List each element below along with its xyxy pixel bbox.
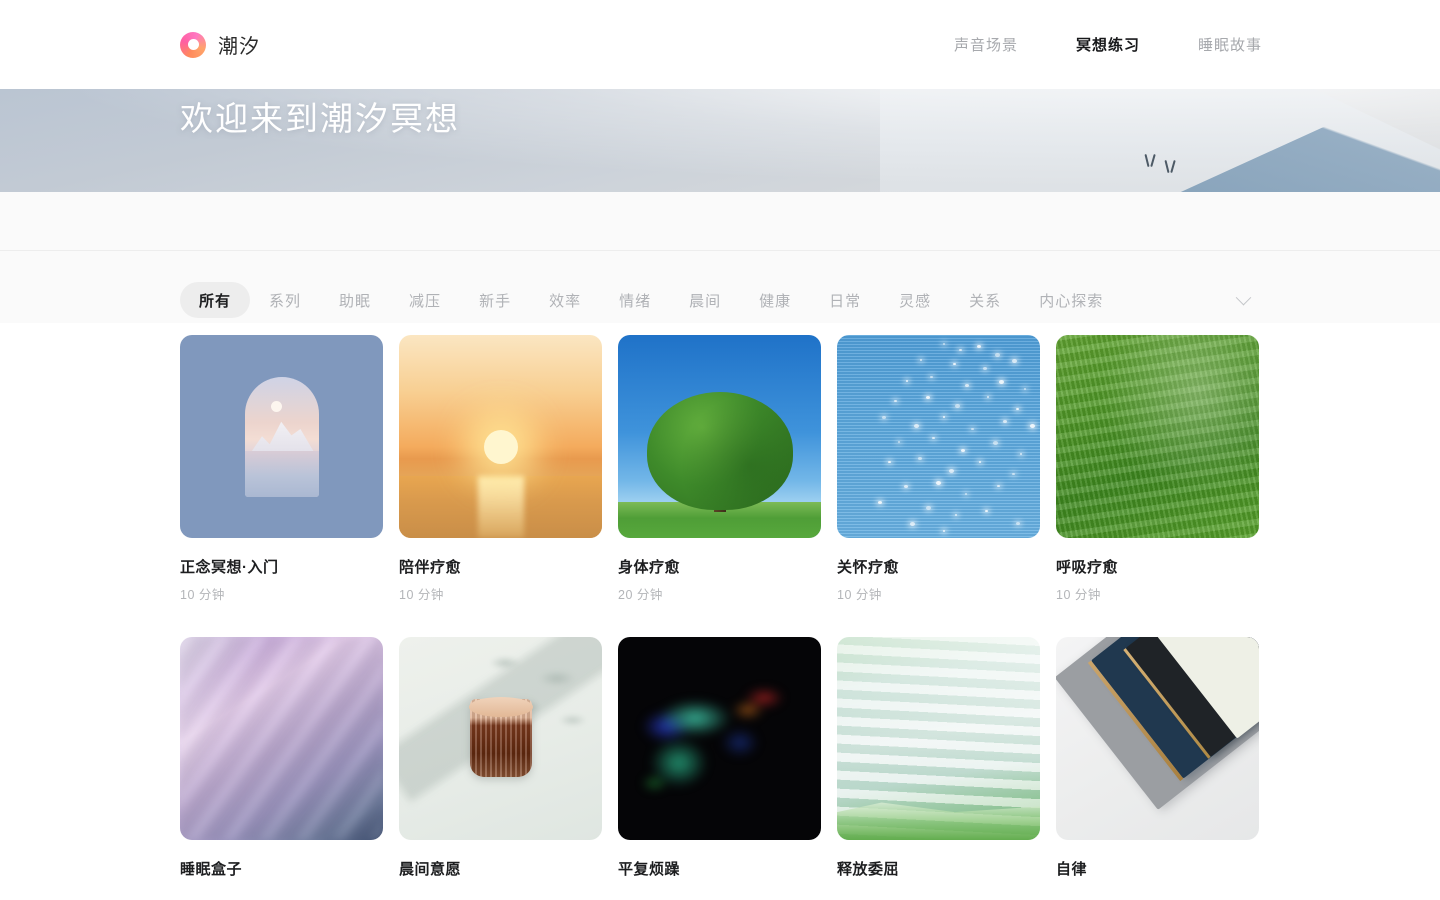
aurora-smoke-dark-thumb (618, 637, 821, 840)
card-item[interactable]: 释放委屈 (837, 637, 1040, 886)
filter-chip-series[interactable]: 系列 (250, 282, 320, 318)
filter-expand-button[interactable] (1226, 283, 1260, 317)
card-item[interactable]: 晨间意愿 (399, 637, 602, 886)
card-duration: 10 分钟 (837, 588, 882, 602)
card-title: 呼吸疗愈 (1056, 559, 1119, 576)
coffee-glass-shadow-thumb (399, 637, 602, 840)
filter-chip-bar: 所有 系列 助眠 减压 新手 效率 情绪 晨间 健康 日常 灵感 关系 内心探索 (180, 282, 1260, 318)
card-title: 自律 (1056, 861, 1088, 878)
filter-chip-morning[interactable]: 晨间 (670, 282, 740, 318)
card-item[interactable]: 睡眠盒子 (180, 637, 383, 886)
green-grass-thumb (1056, 335, 1259, 538)
card-title: 平复烦躁 (618, 861, 681, 878)
site-header: 潮汐 声音场景 冥想练习 睡眠故事 (0, 0, 1440, 89)
green-marble-paint-thumb (837, 637, 1040, 840)
stacked-notebooks-thumb (1056, 637, 1259, 840)
filter-chip-beginner[interactable]: 新手 (460, 282, 530, 318)
card-title: 晨间意愿 (399, 861, 462, 878)
arch-window-mountain-thumb (180, 335, 383, 538)
page-root: 潮汐 声音场景 冥想练习 睡眠故事 欢迎来到潮汐冥想 所有 系列 助眠 减压 新… (0, 0, 1440, 900)
card-title: 陪伴疗愈 (399, 559, 462, 576)
purple-silk-thumb (180, 637, 383, 840)
hero-title: 欢迎来到潮汐冥想 (180, 100, 460, 137)
card-title: 身体疗愈 (618, 559, 681, 576)
filter-chip-efficiency[interactable]: 效率 (530, 282, 600, 318)
hero-person-figure-icon (1144, 153, 1156, 170)
filter-chip-inspiration[interactable]: 灵感 (880, 282, 950, 318)
nav-item-sleep-stories[interactable]: 睡眠故事 (1198, 34, 1262, 55)
main-nav: 声音场景 冥想练习 睡眠故事 (954, 34, 1262, 55)
card-duration: 10 分钟 (399, 588, 444, 602)
filter-chip-relationship[interactable]: 关系 (950, 282, 1020, 318)
card-item[interactable]: 正念冥想·入门 10 分钟 (180, 335, 383, 603)
brand-name: 潮汐 (218, 36, 260, 58)
card-item[interactable]: 关怀疗愈 10 分钟 (837, 335, 1040, 603)
card-title: 正念冥想·入门 (180, 559, 279, 576)
nav-item-sound-scenes[interactable]: 声音场景 (954, 34, 1018, 55)
nav-item-meditation[interactable]: 冥想练习 (1076, 34, 1140, 55)
section-spacer (0, 192, 1440, 250)
card-item[interactable]: 身体疗愈 20 分钟 (618, 335, 821, 603)
hero-person-figure-icon-2 (1164, 159, 1176, 176)
brand-logo[interactable]: 潮汐 (180, 30, 260, 59)
card-duration: 10 分钟 (180, 588, 225, 602)
card-item[interactable]: 陪伴疗愈 10 分钟 (399, 335, 602, 603)
filter-chip-inner-explore[interactable]: 内心探索 (1020, 282, 1122, 318)
card-item[interactable]: 平复烦躁 (618, 637, 821, 886)
sparkling-water-thumb (837, 335, 1040, 538)
card-duration: 20 分钟 (618, 588, 663, 602)
filter-chip-all[interactable]: 所有 (180, 282, 251, 318)
card-title: 睡眠盒子 (180, 861, 243, 878)
filter-chip-health[interactable]: 健康 (740, 282, 810, 318)
filter-chip-daily[interactable]: 日常 (810, 282, 880, 318)
filter-chip-stress-relief[interactable]: 减压 (390, 282, 460, 318)
tide-logo-ring-icon (180, 31, 206, 58)
chevron-down-icon (1235, 289, 1251, 305)
card-duration: 10 分钟 (1056, 588, 1101, 602)
filter-chip-sleep-aid[interactable]: 助眠 (320, 282, 390, 318)
card-title: 关怀疗愈 (837, 559, 900, 576)
hero-banner: 欢迎来到潮汐冥想 (0, 74, 1440, 192)
card-title: 释放委屈 (837, 861, 900, 878)
ocean-sunset-thumb (399, 335, 602, 538)
meditation-card-grid: 正念冥想·入门 10 分钟 陪伴疗愈 10 分钟 身体疗愈 20 分钟 关怀疗愈… (180, 335, 1260, 886)
card-item[interactable]: 自律 (1056, 637, 1259, 886)
card-item[interactable]: 呼吸疗愈 10 分钟 (1056, 335, 1259, 603)
lone-tree-field-thumb (618, 335, 821, 538)
filter-chip-emotion[interactable]: 情绪 (600, 282, 670, 318)
